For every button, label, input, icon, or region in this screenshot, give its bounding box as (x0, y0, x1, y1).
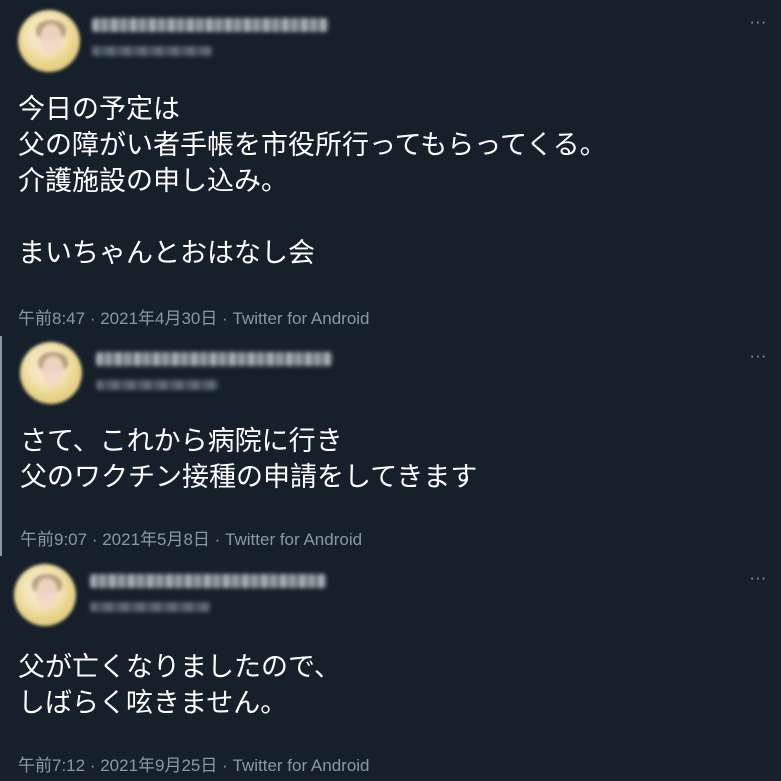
username-blurred[interactable] (96, 380, 218, 390)
tweet-text: 父が亡くなりましたので、 しばらく呟きません。 (18, 652, 341, 719)
tweet-time-link[interactable]: 午前7:12 (18, 756, 85, 775)
display-name-blurred[interactable] (90, 574, 326, 588)
tweet-date-link[interactable]: 2021年9月25日 (100, 756, 217, 775)
avatar[interactable] (18, 10, 80, 72)
tweet-text: 今日の予定は 父の障がい者手帳を市役所行ってもらってくる。 介護施設の申し込み。… (18, 94, 607, 269)
meta-separator: · (85, 756, 101, 775)
tweet-time-link[interactable]: 午前9:07 (20, 530, 87, 549)
meta-separator: · (209, 530, 226, 549)
avatar[interactable] (14, 564, 76, 626)
avatar[interactable] (20, 342, 82, 404)
tweet-date-link[interactable]: 2021年5月8日 (102, 530, 210, 549)
tweet-meta: 午前9:07 · 2021年5月8日 · Twitter for Android (20, 525, 362, 550)
meta-separator: · (217, 756, 233, 775)
display-name-blurred[interactable] (92, 18, 328, 32)
tweet[interactable]: ··· 父が亡くなりましたので、 しばらく呟きません。 午前7:12 · 202… (0, 556, 781, 781)
tweet-text: さて、これから病院に行き 父のワクチン接種の申請をしてきます (20, 426, 478, 493)
more-options-icon[interactable]: ··· (750, 350, 767, 365)
username-blurred[interactable] (92, 46, 212, 56)
tweet-date-link[interactable]: 2021年4月30日 (100, 309, 217, 328)
more-options-icon[interactable]: ··· (750, 16, 767, 31)
avatar-face (36, 578, 58, 608)
avatar-face (42, 356, 64, 386)
meta-separator: · (87, 530, 103, 549)
tweet-source-link[interactable]: Twitter for Android (233, 309, 370, 328)
tweet-meta: 午前7:12 · 2021年9月25日 · Twitter for Androi… (18, 751, 370, 776)
username-blurred[interactable] (90, 602, 210, 612)
tweet-meta: 午前8:47 · 2021年4月30日 · Twitter for Androi… (18, 304, 370, 329)
meta-separator: · (217, 309, 233, 328)
tweet-source-link[interactable]: Twitter for Android (233, 756, 370, 775)
tweet-source-link[interactable]: Twitter for Android (225, 530, 362, 549)
tweet[interactable]: ··· 今日の予定は 父の障がい者手帳を市役所行ってもらってくる。 介護施設の申… (0, 0, 781, 334)
display-name-blurred[interactable] (96, 352, 332, 366)
meta-separator: · (85, 309, 101, 328)
more-options-icon[interactable]: ··· (750, 572, 767, 587)
avatar-face (40, 24, 62, 54)
tweet-time-link[interactable]: 午前8:47 (18, 309, 85, 328)
tweet[interactable]: ··· さて、これから病院に行き 父のワクチン接種の申請をしてきます 午前9:0… (0, 336, 781, 556)
